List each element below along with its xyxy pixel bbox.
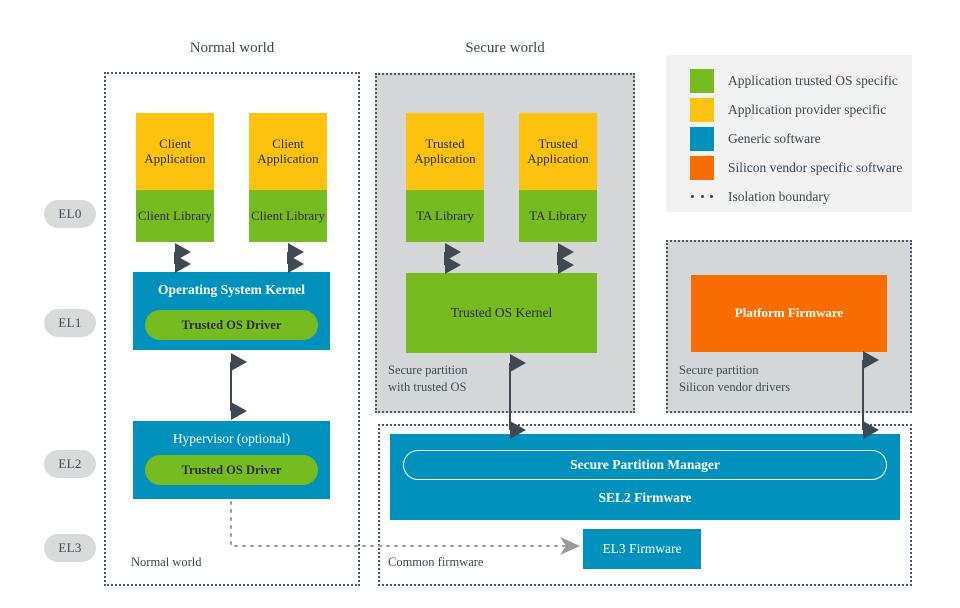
el3-label: EL3 (58, 540, 82, 555)
trusted-os-driver-hypervisor: Trusted OS Driver (145, 455, 318, 485)
client-library-2: Client Library (249, 190, 327, 242)
trusted-application-2: Trusted Application (519, 113, 597, 190)
legend-item-2: Generic software (690, 124, 912, 153)
exception-level-el0: EL0 (44, 200, 96, 228)
hypervisor-label: Hypervisor (optional) (172, 431, 291, 446)
legend-label-0: Application trusted OS specific (728, 72, 898, 88)
legend-swatch-yellow-icon (690, 97, 714, 122)
legend-swatch-green-icon (690, 68, 714, 93)
legend-item-4: Isolation boundary (690, 182, 912, 211)
common-firmware-footer-label: Common firmware (388, 555, 484, 569)
normal-world-title: Normal world (189, 40, 275, 56)
secure-world-title: Secure world (465, 40, 545, 56)
secure-partition-caption: Secure partition with trusted OS (388, 363, 468, 394)
legend-label-3: Silicon vendor specific software (728, 159, 903, 175)
secure-partition-manager: Secure Partition Manager (403, 450, 887, 480)
el3-firmware: EL3 Firmware (583, 529, 701, 569)
ta-library-1: TA Library (406, 190, 484, 242)
legend-item-0: Application trusted OS specific (690, 66, 912, 95)
normal-world-footer-label: Normal world (131, 555, 202, 569)
operating-system-kernel-label: Operating System Kernel (158, 282, 305, 297)
legend-label-4: Isolation boundary (728, 188, 830, 204)
legend-swatch-blue-icon (690, 126, 714, 151)
platform-firmware: Platform Firmware (691, 275, 887, 352)
isolation-boundary-dots-icon (690, 195, 714, 198)
trusted-application-1: Trusted Application (406, 113, 484, 190)
exception-level-el2: EL2 (44, 450, 96, 478)
el1-label: EL1 (58, 315, 82, 330)
legend-label-2: Generic software (728, 130, 821, 146)
exception-level-el3: EL3 (44, 534, 96, 562)
sel2-firmware-label: SEL2 Firmware (598, 490, 692, 506)
legend-panel: Application trusted OS specific Applicat… (666, 55, 912, 212)
client-application-1: Client Application (136, 113, 214, 190)
legend-swatch-orange-icon (690, 155, 714, 180)
trusted-os-kernel: Trusted OS Kernel (406, 273, 597, 353)
diagram-canvas: Normal world Secure world EL0 EL1 EL2 EL… (0, 0, 960, 608)
client-application-2: Client Application (249, 113, 327, 190)
trusted-os-driver-kernel: Trusted OS Driver (145, 310, 318, 340)
vendor-partition-caption: Secure partition Silicon vendor drivers (679, 363, 791, 394)
legend-label-1: Application provider specific (728, 101, 887, 117)
el0-label: EL0 (58, 206, 82, 221)
el2-label: EL2 (58, 456, 82, 471)
exception-level-el1: EL1 (44, 309, 96, 337)
legend-item-3: Silicon vendor specific software (690, 153, 912, 182)
ta-library-2: TA Library (519, 190, 597, 242)
client-library-1: Client Library (136, 190, 214, 242)
legend-item-1: Application provider specific (690, 95, 912, 124)
